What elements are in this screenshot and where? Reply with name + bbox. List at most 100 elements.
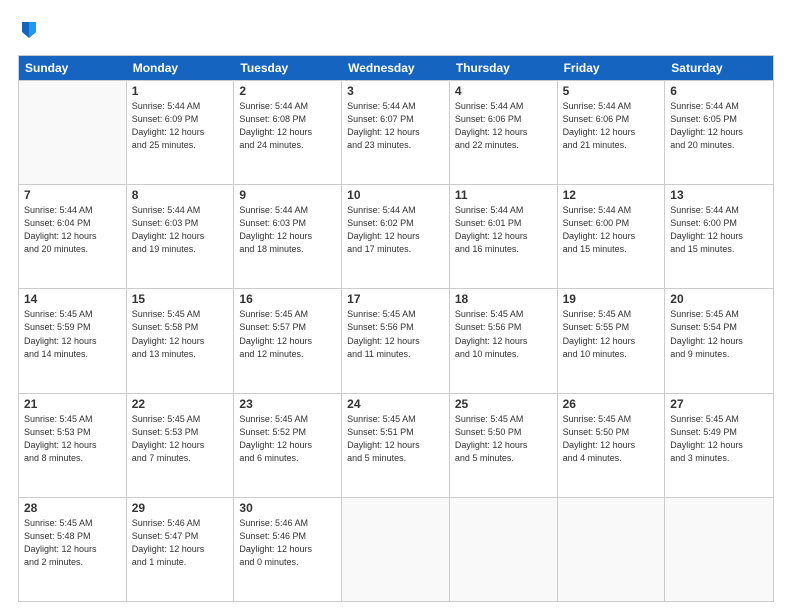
- day-number: 10: [347, 188, 444, 202]
- day-number: 25: [455, 397, 552, 411]
- calendar-cell: [665, 498, 773, 601]
- day-number: 2: [239, 84, 336, 98]
- calendar-cell: 16Sunrise: 5:45 AMSunset: 5:57 PMDayligh…: [234, 289, 342, 392]
- day-number: 21: [24, 397, 121, 411]
- cell-info: Sunrise: 5:45 AMSunset: 5:56 PMDaylight:…: [347, 308, 444, 360]
- calendar-row-5: 28Sunrise: 5:45 AMSunset: 5:48 PMDayligh…: [19, 497, 773, 601]
- calendar-cell: 24 Sunrise: 5:45 AMSunset: 5:51 PMDayligh…: [342, 394, 450, 497]
- day-number: 15: [132, 292, 229, 306]
- calendar-row-2: 7 Sunrise: 5:44 AMSunset: 6:04 PMDaylight…: [19, 184, 773, 288]
- day-number: 19: [563, 292, 660, 306]
- calendar-cell: 20 Sunrise: 5:45 AMSunset: 5:54 PMDayligh…: [665, 289, 773, 392]
- header-day-saturday: Saturday: [665, 56, 773, 80]
- cell-info: Sunrise: 5:45 AMSunset: 5:50 PMDaylight:…: [455, 413, 552, 465]
- calendar-cell: 21 Sunrise: 5:45 AMSunset: 5:53 PMDayligh…: [19, 394, 127, 497]
- calendar-cell: 3 Sunrise: 5:44 AMSunset: 6:07 PMDaylight…: [342, 81, 450, 184]
- cell-info: Sunrise: 5:45 AMSunset: 5:50 PMDaylight:…: [563, 413, 660, 465]
- header-day-sunday: Sunday: [19, 56, 127, 80]
- cell-info: Sunrise: 5:45 AMSunset: 5:58 PMDaylight:…: [132, 308, 229, 360]
- calendar-cell: 5 Sunrise: 5:44 AMSunset: 6:06 PMDaylight…: [558, 81, 666, 184]
- day-number: 3: [347, 84, 444, 98]
- calendar-cell: 18 Sunrise: 5:45 AMSunset: 5:56 PMDayligh…: [450, 289, 558, 392]
- calendar-cell: 1 Sunrise: 5:44 AMSunset: 6:09 PMDaylight…: [127, 81, 235, 184]
- calendar-cell: 13 Sunrise: 5:44 AMSunset: 6:00 PMDayligh…: [665, 185, 773, 288]
- calendar-cell: 30 Sunrise: 5:46 AMSunset: 5:46 PMDayligh…: [234, 498, 342, 601]
- calendar-cell: 9Sunrise: 5:44 AMSunset: 6:03 PMDaylight…: [234, 185, 342, 288]
- day-number: 18: [455, 292, 552, 306]
- day-number: 11: [455, 188, 552, 202]
- day-number: 29: [132, 501, 229, 515]
- calendar-cell: 12 Sunrise: 5:44 AMSunset: 6:00 PMDayligh…: [558, 185, 666, 288]
- day-number: 4: [455, 84, 552, 98]
- calendar-body: 1 Sunrise: 5:44 AMSunset: 6:09 PMDaylight…: [19, 80, 773, 601]
- day-number: 20: [670, 292, 768, 306]
- calendar-cell: 26 Sunrise: 5:45 AMSunset: 5:50 PMDayligh…: [558, 394, 666, 497]
- day-number: 30: [239, 501, 336, 515]
- cell-info: Sunrise: 5:44 AMSunset: 6:05 PMDaylight:…: [670, 100, 768, 152]
- cell-info: Sunrise: 5:46 AMSunset: 5:47 PMDaylight:…: [132, 517, 229, 569]
- calendar-cell: [450, 498, 558, 601]
- day-number: 6: [670, 84, 768, 98]
- calendar-cell: 17 Sunrise: 5:45 AMSunset: 5:56 PMDayligh…: [342, 289, 450, 392]
- day-number: 22: [132, 397, 229, 411]
- calendar-cell: 7 Sunrise: 5:44 AMSunset: 6:04 PMDaylight…: [19, 185, 127, 288]
- day-number: 14: [24, 292, 121, 306]
- day-number: 24: [347, 397, 444, 411]
- calendar-row-4: 21 Sunrise: 5:45 AMSunset: 5:53 PMDayligh…: [19, 393, 773, 497]
- calendar-cell: 14 Sunrise: 5:45 AMSunset: 5:59 PMDayligh…: [19, 289, 127, 392]
- cell-info: Sunrise: 5:45 AMSunset: 5:52 PMDaylight:…: [239, 413, 336, 465]
- calendar-cell: 6 Sunrise: 5:44 AMSunset: 6:05 PMDaylight…: [665, 81, 773, 184]
- day-number: 17: [347, 292, 444, 306]
- cell-info: Sunrise: 5:44 AMSunset: 6:03 PMDaylight:…: [132, 204, 229, 256]
- cell-info: Sunrise: 5:44 AMSunset: 6:06 PMDaylight:…: [455, 100, 552, 152]
- day-number: 12: [563, 188, 660, 202]
- day-number: 16: [239, 292, 336, 306]
- calendar-cell: 19Sunrise: 5:45 AMSunset: 5:55 PMDayligh…: [558, 289, 666, 392]
- calendar-header: SundayMondayTuesdayWednesdayThursdayFrid…: [19, 56, 773, 80]
- cell-info: Sunrise: 5:44 AMSunset: 6:00 PMDaylight:…: [563, 204, 660, 256]
- day-number: 27: [670, 397, 768, 411]
- logo-flag-icon: [20, 20, 38, 42]
- cell-info: Sunrise: 5:45 AMSunset: 5:53 PMDaylight:…: [132, 413, 229, 465]
- cell-info: Sunrise: 5:46 AMSunset: 5:46 PMDaylight:…: [239, 517, 336, 569]
- cell-info: Sunrise: 5:45 AMSunset: 5:49 PMDaylight:…: [670, 413, 768, 465]
- cell-info: Sunrise: 5:44 AMSunset: 6:04 PMDaylight:…: [24, 204, 121, 256]
- calendar-cell: 23 Sunrise: 5:45 AMSunset: 5:52 PMDayligh…: [234, 394, 342, 497]
- day-number: 1: [132, 84, 229, 98]
- cell-info: Sunrise: 5:45 AMSunset: 5:48 PMDaylight:…: [24, 517, 121, 569]
- cell-info: Sunrise: 5:44 AMSunset: 6:02 PMDaylight:…: [347, 204, 444, 256]
- cell-info: Sunrise: 5:44 AMSunset: 6:09 PMDaylight:…: [132, 100, 229, 152]
- calendar-row-3: 14 Sunrise: 5:45 AMSunset: 5:59 PMDayligh…: [19, 288, 773, 392]
- calendar-cell: 4 Sunrise: 5:44 AMSunset: 6:06 PMDaylight…: [450, 81, 558, 184]
- day-number: 8: [132, 188, 229, 202]
- calendar-row-1: 1 Sunrise: 5:44 AMSunset: 6:09 PMDaylight…: [19, 80, 773, 184]
- calendar-cell: 27 Sunrise: 5:45 AMSunset: 5:49 PMDayligh…: [665, 394, 773, 497]
- cell-info: Sunrise: 5:45 AMSunset: 5:53 PMDaylight:…: [24, 413, 121, 465]
- calendar-cell: 29 Sunrise: 5:46 AMSunset: 5:47 PMDayligh…: [127, 498, 235, 601]
- day-number: 23: [239, 397, 336, 411]
- cell-info: Sunrise: 5:45 AMSunset: 5:56 PMDaylight:…: [455, 308, 552, 360]
- header: [18, 16, 774, 47]
- cell-info: Sunrise: 5:44 AMSunset: 6:00 PMDaylight:…: [670, 204, 768, 256]
- cell-info: Sunrise: 5:45 AMSunset: 5:59 PMDaylight:…: [24, 308, 121, 360]
- day-number: 5: [563, 84, 660, 98]
- day-number: 7: [24, 188, 121, 202]
- header-day-friday: Friday: [558, 56, 666, 80]
- calendar-cell: [342, 498, 450, 601]
- day-number: 26: [563, 397, 660, 411]
- cell-info: Sunrise: 5:45 AMSunset: 5:51 PMDaylight:…: [347, 413, 444, 465]
- calendar: SundayMondayTuesdayWednesdayThursdayFrid…: [18, 55, 774, 602]
- cell-info: Sunrise: 5:44 AMSunset: 6:03 PMDaylight:…: [239, 204, 336, 256]
- calendar-cell: 22 Sunrise: 5:45 AMSunset: 5:53 PMDayligh…: [127, 394, 235, 497]
- calendar-cell: 10 Sunrise: 5:44 AMSunset: 6:02 PMDayligh…: [342, 185, 450, 288]
- calendar-cell: [558, 498, 666, 601]
- cell-info: Sunrise: 5:44 AMSunset: 6:07 PMDaylight:…: [347, 100, 444, 152]
- calendar-cell: 8 Sunrise: 5:44 AMSunset: 6:03 PMDaylight…: [127, 185, 235, 288]
- logo: [18, 20, 38, 47]
- calendar-cell: 11 Sunrise: 5:44 AMSunset: 6:01 PMDayligh…: [450, 185, 558, 288]
- day-number: 13: [670, 188, 768, 202]
- header-day-tuesday: Tuesday: [234, 56, 342, 80]
- cell-info: Sunrise: 5:44 AMSunset: 6:06 PMDaylight:…: [563, 100, 660, 152]
- cell-info: Sunrise: 5:45 AMSunset: 5:54 PMDaylight:…: [670, 308, 768, 360]
- cell-info: Sunrise: 5:44 AMSunset: 6:01 PMDaylight:…: [455, 204, 552, 256]
